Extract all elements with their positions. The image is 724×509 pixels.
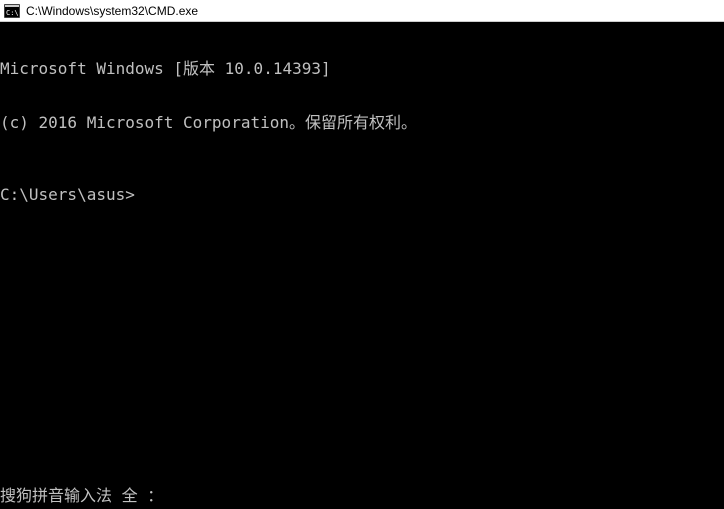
terminal-version-line: Microsoft Windows [版本 10.0.14393] <box>0 60 724 78</box>
window-titlebar[interactable]: C:\ C:\Windows\system32\CMD.exe <box>0 0 724 22</box>
cmd-icon: C:\ <box>4 4 20 18</box>
svg-text:C:\: C:\ <box>6 9 19 17</box>
ime-status: 搜狗拼音输入法 全 ： <box>0 487 163 505</box>
terminal-area[interactable]: Microsoft Windows [版本 10.0.14393] (c) 20… <box>0 22 724 509</box>
terminal-copyright-line: (c) 2016 Microsoft Corporation。保留所有权利。 <box>0 114 724 132</box>
window-title: C:\Windows\system32\CMD.exe <box>26 4 198 18</box>
terminal-prompt[interactable]: C:\Users\asus> <box>0 186 724 204</box>
